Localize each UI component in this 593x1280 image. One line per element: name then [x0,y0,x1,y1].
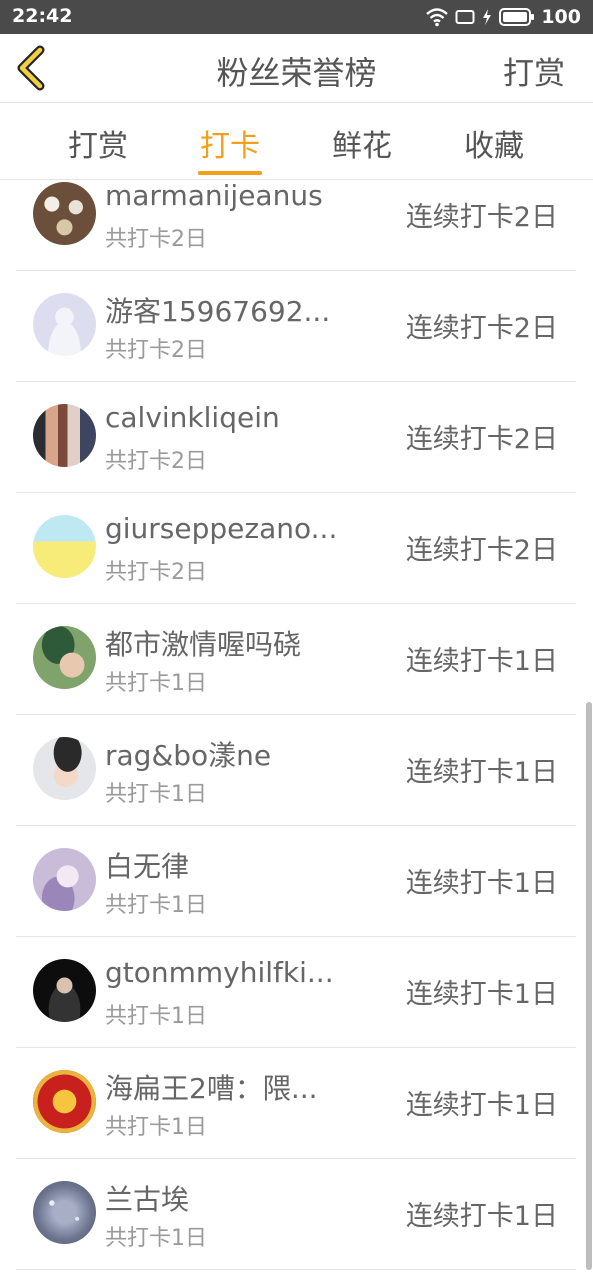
wifi-icon [426,8,449,27]
fan-name: 兰古埃 [105,1183,190,1216]
battery-level: 100 [541,6,581,28]
tab-flowers[interactable]: 鲜花 [312,121,412,165]
streak-label: 连续打卡1日 [405,757,558,788]
screen-rotate-icon [455,10,475,24]
streak-label: 连续打卡2日 [405,202,558,233]
fan-name: giurseppezano... [105,512,338,545]
fan-name: calvinkliqein [105,401,280,434]
streak-label: 连续打卡2日 [405,535,558,566]
list-item[interactable]: 兰古埃 共打卡1日 连续打卡1日 [16,1158,576,1270]
total-checkins: 共打卡1日 [105,782,207,807]
list-item[interactable]: 白无律 共打卡1日 连续打卡1日 [16,825,576,937]
avatar[interactable] [33,515,96,578]
fan-name: rag&bo漾ne [105,739,272,772]
avatar[interactable] [33,1070,96,1133]
status-icons: 100 [425,4,581,30]
tab-favorites[interactable]: 收藏 [444,121,544,165]
total-checkins: 共打卡2日 [105,338,207,363]
avatar[interactable] [33,626,96,689]
streak-label: 连续打卡2日 [405,313,558,344]
avatar[interactable] [33,737,96,800]
scrollbar[interactable] [586,702,592,1270]
streak-label: 连续打卡1日 [405,979,558,1010]
avatar[interactable] [33,1181,96,1244]
list-item[interactable]: 游客15967692... 共打卡2日 连续打卡2日 [16,270,576,382]
streak-label: 连续打卡2日 [405,424,558,455]
list-item[interactable]: 海扁王2嘈：隈... 共打卡1日 连续打卡1日 [16,1047,576,1159]
charging-icon [483,9,492,25]
tab-reward[interactable]: 打赏 [48,121,148,165]
fan-name: gtonmmyhilfki... [105,956,334,989]
battery-icon [499,8,535,26]
list-item[interactable]: giurseppezano... 共打卡2日 连续打卡2日 [16,492,576,604]
fan-name: 海扁王2嘈：隈... [105,1072,318,1105]
avatar[interactable] [33,848,96,911]
fan-name: marmanijeanus [105,180,323,212]
status-bar: 22:42 100 [0,0,593,34]
avatar[interactable] [33,404,96,467]
tab-label: 打卡 [200,129,260,164]
total-checkins: 共打卡2日 [105,560,207,585]
tab-label: 鲜花 [332,129,392,164]
fan-name: 白无律 [105,850,190,883]
total-checkins: 共打卡2日 [105,227,207,252]
fan-list[interactable]: marmanijeanus 共打卡2日 连续打卡2日 游客15967692...… [0,180,593,1280]
fan-name: 游客15967692... [105,295,331,328]
total-checkins: 共打卡2日 [105,449,207,474]
list-item[interactable]: gtonmmyhilfki... 共打卡1日 连续打卡1日 [16,936,576,1048]
streak-label: 连续打卡1日 [405,646,558,677]
streak-label: 连续打卡1日 [405,1201,558,1232]
status-time: 22:42 [12,5,73,27]
streak-label: 连续打卡1日 [405,868,558,899]
list-item[interactable]: 都市激情喔吗硗 共打卡1日 连续打卡1日 [16,603,576,715]
tab-checkin[interactable]: 打卡 [180,121,280,175]
list-item[interactable]: calvinkliqein 共打卡2日 连续打卡2日 [16,381,576,493]
total-checkins: 共打卡1日 [105,671,207,696]
total-checkins: 共打卡1日 [105,1004,207,1029]
list-item[interactable]: marmanijeanus 共打卡2日 连续打卡2日 [16,180,576,271]
streak-label: 连续打卡1日 [405,1090,558,1121]
total-checkins: 共打卡1日 [105,1115,207,1140]
app-header: 粉丝荣誉榜 打赏 [0,34,593,103]
fan-name: 都市激情喔吗硗 [105,628,302,661]
tab-label: 收藏 [464,129,524,164]
list-item[interactable]: rag&bo漾ne 共打卡1日 连续打卡1日 [16,714,576,826]
total-checkins: 共打卡1日 [105,893,207,918]
active-tab-indicator [198,171,262,175]
reward-button[interactable]: 打赏 [503,48,565,93]
total-checkins: 共打卡1日 [105,1226,207,1251]
tab-bar: 打赏 打卡 鲜花 收藏 [0,103,593,180]
avatar[interactable] [33,182,96,245]
avatar[interactable] [33,293,96,356]
avatar[interactable] [33,959,96,1022]
tab-label: 打赏 [68,129,128,164]
